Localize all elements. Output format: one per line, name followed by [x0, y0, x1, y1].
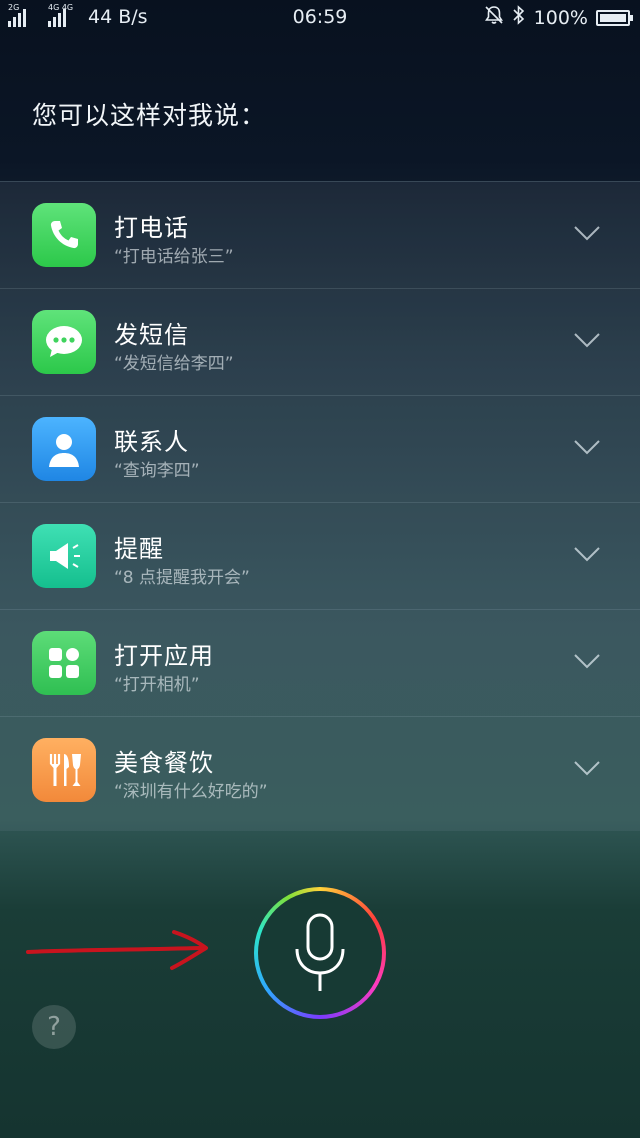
command-item-sms[interactable]: 发短信 “发短信给李四” [0, 288, 640, 395]
command-title: 打电话 [114, 214, 189, 242]
command-title: 打开应用 [114, 642, 214, 670]
battery-fill [600, 13, 626, 22]
command-title: 美食餐饮 [114, 749, 214, 777]
alarm-off-icon [484, 5, 504, 30]
command-title: 发短信 [114, 321, 189, 349]
chevron-down-icon[interactable] [574, 225, 600, 241]
help-button[interactable]: ? [32, 1005, 76, 1049]
status-bar: 2G 4G 4G 44 B/s 06:59 100% [0, 0, 640, 36]
prompt-heading: 您可以这样对我说： [32, 101, 267, 130]
command-hint: “发短信给李四” [114, 354, 234, 374]
phone-icon [32, 203, 96, 267]
chevron-down-icon[interactable] [574, 332, 600, 348]
command-item-food[interactable]: 美食餐饮 “深圳有什么好吃的” [0, 716, 640, 823]
command-title: 提醒 [114, 535, 164, 563]
bluetooth-icon [512, 5, 526, 30]
status-right: 100% [484, 5, 633, 30]
chevron-down-icon[interactable] [574, 546, 600, 562]
voice-input-button[interactable] [254, 887, 386, 1019]
command-hint: “打开相机” [114, 675, 200, 695]
microphone-icon [295, 913, 345, 991]
command-item-reminder[interactable]: 提醒 “8 点提醒我开会” [0, 502, 640, 609]
apps-icon [32, 631, 96, 695]
command-item-contacts[interactable]: 联系人 “查询李四” [0, 395, 640, 502]
command-hint: “查询李四” [114, 461, 200, 481]
food-icon [32, 738, 96, 802]
contacts-icon [32, 417, 96, 481]
command-title: 联系人 [114, 428, 189, 456]
battery-icon [596, 9, 633, 26]
command-hint: “深圳有什么好吃的” [114, 782, 268, 802]
command-list: 打电话 “打电话给张三” 发短信 “发短信给李四” 联系人 “查询李四” 提醒 … [0, 181, 640, 831]
annotation-arrow [26, 930, 208, 970]
battery-percent: 100% [533, 6, 588, 29]
chevron-down-icon[interactable] [574, 760, 600, 776]
reminder-icon [32, 524, 96, 588]
chevron-down-icon[interactable] [574, 439, 600, 455]
chevron-down-icon[interactable] [574, 653, 600, 669]
command-item-open-app[interactable]: 打开应用 “打开相机” [0, 609, 640, 716]
battery-nub [630, 14, 633, 21]
command-hint: “8 点提醒我开会” [114, 568, 250, 588]
command-item-call[interactable]: 打电话 “打电话给张三” [0, 181, 640, 288]
command-hint: “打电话给张三” [114, 247, 234, 267]
message-icon [32, 310, 96, 374]
mic-button-inner [258, 891, 382, 1015]
